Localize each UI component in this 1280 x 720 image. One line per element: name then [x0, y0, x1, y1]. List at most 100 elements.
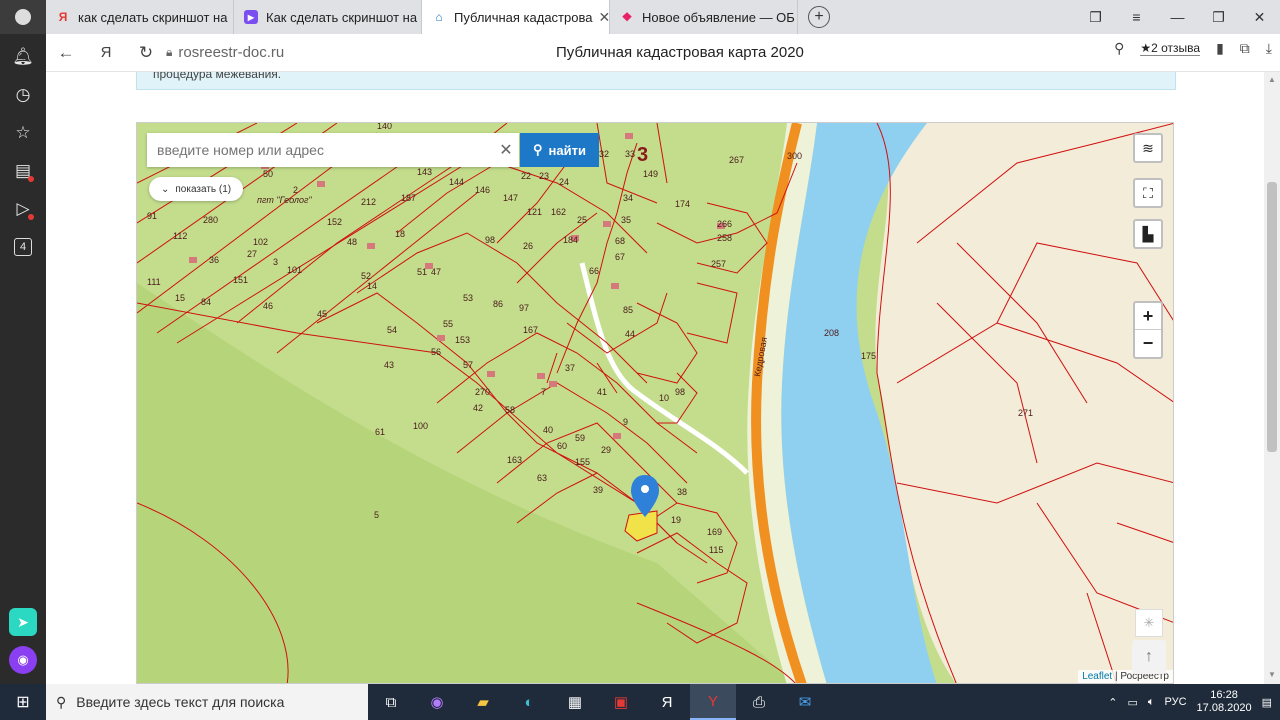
restore-icon[interactable]: ❐	[1198, 9, 1239, 26]
protect-icon[interactable]: ⚲	[1114, 40, 1124, 57]
search-input[interactable]	[147, 133, 493, 167]
parcel-label: 50	[263, 169, 273, 179]
parcel-label: 84	[201, 297, 211, 307]
play-icon[interactable]: ▷	[0, 190, 46, 228]
alice-icon[interactable]: ◉	[9, 646, 37, 674]
cluster-number: 3	[637, 144, 648, 166]
counter-icon[interactable]: 4	[0, 228, 46, 266]
parcel-label: 5	[374, 510, 379, 520]
parcel-label: 266	[717, 219, 732, 229]
scroll-down-arrow-icon[interactable]: ▼	[1268, 670, 1276, 679]
reviews-link[interactable]: ★2 отзыва	[1140, 41, 1201, 56]
clear-icon[interactable]: ✕	[493, 140, 519, 160]
language-indicator[interactable]: РУС	[1165, 696, 1187, 708]
parcel-label: 208	[824, 328, 839, 338]
address-bar: ← Я ↻ 🔒︎ rosreestr-doc.ru Публичная када…	[46, 34, 1280, 72]
explorer-icon[interactable]: ▰	[460, 684, 506, 720]
yandex-logo-icon[interactable]: Я	[86, 44, 126, 61]
url-domain[interactable]: rosreestr-doc.ru	[178, 44, 284, 61]
search-button[interactable]: ⚲ найти	[520, 133, 599, 167]
tab-3[interactable]: ⌂ Публичная кадастрова ✕	[422, 0, 610, 34]
mail-icon[interactable]: ✉	[782, 684, 828, 720]
yandex-browser-icon[interactable]: Y	[690, 684, 736, 720]
parcel-label: 57	[463, 360, 473, 370]
download-icon[interactable]: ⤓	[1266, 40, 1272, 57]
parcel-label: 111	[147, 277, 161, 287]
minimize-icon[interactable]: —	[1157, 9, 1198, 25]
show-results-button[interactable]: ⌄ показать (1)	[149, 177, 244, 201]
parcel-label: 121	[527, 207, 542, 217]
search-icon: ⚲	[533, 142, 543, 157]
leaflet-link[interactable]: Leaflet	[1082, 671, 1112, 682]
windows-start-icon[interactable]: ⊞	[0, 684, 46, 720]
parcel-label: 67	[615, 252, 625, 262]
star-icon[interactable]: ☆	[0, 114, 46, 152]
parcel-label: 101	[287, 265, 302, 275]
page-title: Публичная кадастровая карта 2020	[556, 44, 804, 61]
reload-icon[interactable]: ↻	[126, 43, 166, 63]
scrollbar-thumb[interactable]	[1267, 182, 1277, 452]
clock[interactable]: 16:28 17.08.2020	[1197, 689, 1252, 715]
taskbar-search[interactable]: ⚲ Введите здесь текст для поиска	[46, 684, 368, 720]
parcel-label: 38	[677, 487, 687, 497]
scroll-up-arrow-icon[interactable]: ▲	[1268, 75, 1276, 84]
parcel-label: 115	[709, 545, 723, 555]
parcel-label: 112	[173, 231, 187, 241]
gift-icon[interactable]: ▣	[598, 684, 644, 720]
zoom-out-button[interactable]: −	[1135, 330, 1161, 357]
parcel-label: 153	[455, 335, 470, 345]
layers-icon[interactable]: ≋	[1133, 133, 1163, 163]
tab-4[interactable]: ❖ Новое объявление — ОБ	[610, 0, 798, 34]
parcel-label: 18	[395, 229, 405, 239]
map-canvas[interactable]: 14014332 33149267 30050218714414614722 2324…	[137, 123, 1174, 684]
cadastral-map[interactable]: 140 143 32 33 149 267 300 50 2 187 144 146 147 22 23 24…	[136, 122, 1174, 684]
edge-icon[interactable]: ◐	[506, 684, 552, 720]
parcel-label: 175	[861, 351, 876, 361]
menu-icon[interactable]: ≡	[1116, 9, 1157, 25]
parcel-label: 26	[523, 241, 533, 251]
volume-icon[interactable]: 🔈︎	[1148, 696, 1155, 709]
parcel-label: 7	[541, 387, 546, 397]
tab-1[interactable]: Я как сделать скриншот на	[46, 0, 234, 34]
parcel-label: 2	[293, 185, 298, 195]
scroll-up-button[interactable]: ↑	[1132, 640, 1166, 674]
extensions-icon[interactable]: ⧉	[1240, 40, 1250, 57]
tabs-icon[interactable]: ❐	[1075, 9, 1116, 26]
notifications-icon[interactable]: ▤	[1262, 696, 1272, 709]
lock-icon[interactable]: 🔒︎	[166, 45, 172, 60]
collections-icon[interactable]: ▤	[0, 152, 46, 190]
tab-2[interactable]: ▶ Как сделать скриншот на	[234, 0, 422, 34]
fullscreen-icon[interactable]: ⛶	[1133, 178, 1163, 208]
store-icon[interactable]: ▦	[552, 684, 598, 720]
page-scrollbar[interactable]: ▲ ▼	[1264, 72, 1280, 684]
close-tab-icon[interactable]: ✕	[592, 9, 609, 26]
history-icon[interactable]: ◷	[0, 76, 46, 114]
messenger-icon[interactable]: ➤	[9, 608, 37, 636]
info-text: процедура межевания.	[153, 72, 282, 81]
yandex-taskbar-icon[interactable]: Я	[644, 684, 690, 720]
parcel-label: 257	[711, 259, 726, 269]
close-window-icon[interactable]: ✕	[1239, 9, 1280, 26]
parcel-label: 37	[565, 363, 575, 373]
parcel-label: 53	[463, 293, 473, 303]
parcel-label: 174	[675, 199, 690, 209]
task-view-icon[interactable]: ⧉	[368, 684, 414, 720]
chevron-up-icon[interactable]: ⌃	[1108, 696, 1117, 709]
new-tab-button[interactable]: +	[808, 6, 830, 28]
parcel-label: 149	[643, 169, 658, 179]
back-icon[interactable]: ←	[46, 43, 86, 63]
parcel-label: 152	[327, 217, 342, 227]
bell-icon[interactable]: 🔔︎	[0, 38, 46, 76]
parcel-label: 46	[263, 301, 273, 311]
parcel-label: 144	[449, 177, 464, 187]
profile-icon[interactable]	[0, 0, 46, 34]
bookmark-icon[interactable]: ▮	[1216, 40, 1224, 57]
parcel-label: 61	[375, 427, 385, 437]
zoom-in-button[interactable]: +	[1135, 303, 1161, 330]
printer-icon[interactable]: ⎙	[736, 684, 782, 720]
parcel-label: 270	[475, 387, 490, 397]
network-icon[interactable]: ▭	[1127, 696, 1137, 709]
measure-icon[interactable]: ▙	[1133, 219, 1163, 249]
parcel-label: 163	[507, 455, 522, 465]
alice-taskbar-icon[interactable]: ◉	[414, 684, 460, 720]
